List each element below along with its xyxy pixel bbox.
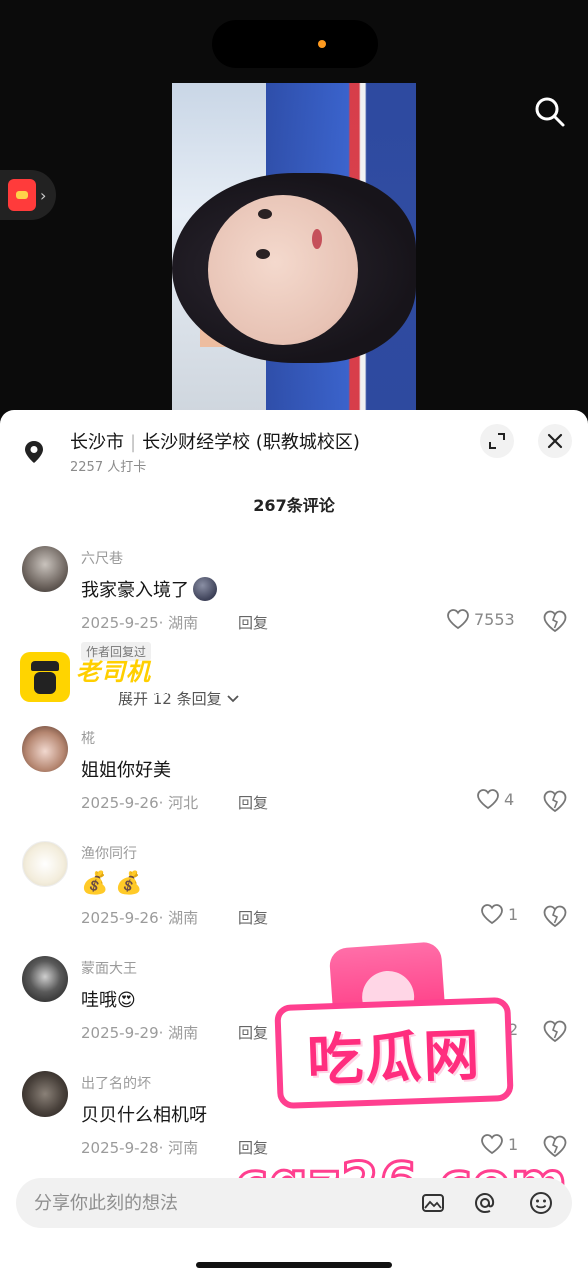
thumb-face [208,195,358,345]
like-button[interactable]: 7553 [446,608,515,630]
comment-author[interactable]: 出了名的坏 [81,1073,151,1093]
comment-item[interactable]: 六尺巷 我家豪入境了 2025-9-25· 湖南 回复 7553 作者回复过 展… [0,546,588,708]
like-button[interactable]: 4 [476,788,514,810]
dynamic-island [212,20,378,68]
at-icon[interactable] [472,1190,498,1216]
red-packet-icon [8,179,36,211]
watermark-hat [31,661,59,671]
dislike-heart-icon[interactable] [542,788,568,814]
location-title: 长沙市 | 长沙财经学校 (职教城校区) [70,428,360,454]
watermark-brand: 吃瓜网 [306,1022,483,1094]
camera-indicator-dot [318,40,326,48]
like-count: 7553 [474,609,515,629]
watermark-logo-icon [20,652,70,702]
heart-icon [447,609,469,630]
reply-button[interactable]: 回复 [238,792,268,813]
comment-meta: 2025-9-29· 湖南 [81,1024,199,1042]
expand-button[interactable] [480,424,514,458]
comment-author[interactable]: 蒙面大王 [81,958,137,978]
thumb-eye [256,249,270,259]
comment-author[interactable]: 渔你同行 [81,843,137,863]
comment-input-bar[interactable] [16,1178,572,1228]
reply-button[interactable]: 回复 [238,907,268,928]
comment-count-title: 267条评论 [253,496,335,515]
avatar[interactable] [22,841,68,887]
comment-text: 贝贝什么相机呀 [81,1105,207,1126]
comment-author[interactable]: 椛 [81,728,95,748]
video-thumbnail[interactable] [172,83,416,413]
location-place: 长沙财经学校 (职教城校区) [142,432,360,453]
watermark-ribbon: 吃瓜网 [274,996,514,1110]
comment-text: 姐姐你好美 [81,760,171,781]
watermark-brand: 老司机 [76,658,151,686]
search-icon [535,97,565,127]
comment-item[interactable]: 渔你同行 💰 💰 2025-9-26· 湖南 回复 1 [0,841,588,951]
comment-input[interactable] [34,1186,414,1220]
video-area[interactable]: › [0,0,588,420]
expand-icon [489,433,505,449]
dislike-heart-icon[interactable] [542,903,568,929]
thumb-lips [312,229,322,249]
chevron-right-icon: › [40,185,47,205]
emoji-sticker-icon [193,577,217,601]
close-icon [547,433,563,449]
avatar[interactable] [22,546,68,592]
comment-meta: 2025-9-25· 湖南 [81,614,199,632]
comment-text: 哇哦😍 [81,990,136,1011]
like-count: 4 [504,789,515,809]
comment-author[interactable]: 六尺巷 [81,548,123,568]
comment-text-content: 我家豪入境了 [81,580,189,601]
image-icon[interactable] [420,1190,446,1216]
avatar[interactable] [22,726,68,772]
comment-meta: 2025-9-26· 湖南 [81,909,199,927]
location-checkins: 2257 人打卡 [70,460,147,475]
avatar[interactable] [22,1071,68,1117]
dislike-heart-icon[interactable] [542,608,568,634]
watermark-left-logo: 老司机 - lsjmh.top - [20,652,200,704]
search-button[interactable] [530,92,570,132]
avatar[interactable] [22,956,68,1002]
heart-icon [481,904,503,925]
red-packet-button[interactable]: › [0,170,56,220]
heart-icon [477,789,499,810]
comment-text: 我家豪入境了 [81,576,217,602]
location-city: 长沙市 [70,432,124,453]
comment-item[interactable]: 椛 姐姐你好美 2025-9-26· 河北 回复 4 [0,726,588,836]
thumb-eye [258,209,272,219]
home-indicator[interactable] [196,1262,392,1268]
comment-meta: 2025-9-28· 河南 [81,1139,199,1157]
watermark-face [34,672,56,694]
comment-meta: 2025-9-26· 河北 [81,794,199,812]
emoji-icon[interactable] [528,1190,554,1216]
like-count: 1 [508,904,519,924]
comment-text: 💰 💰 [81,871,143,896]
location-separator: | [130,432,137,453]
watermark-url: - lsjmh.top - [96,684,181,698]
reply-button[interactable]: 回复 [238,612,268,633]
like-button[interactable]: 1 [480,903,518,925]
chevron-down-icon [226,694,239,702]
location-pin-icon [25,441,43,463]
close-button[interactable] [538,424,572,458]
